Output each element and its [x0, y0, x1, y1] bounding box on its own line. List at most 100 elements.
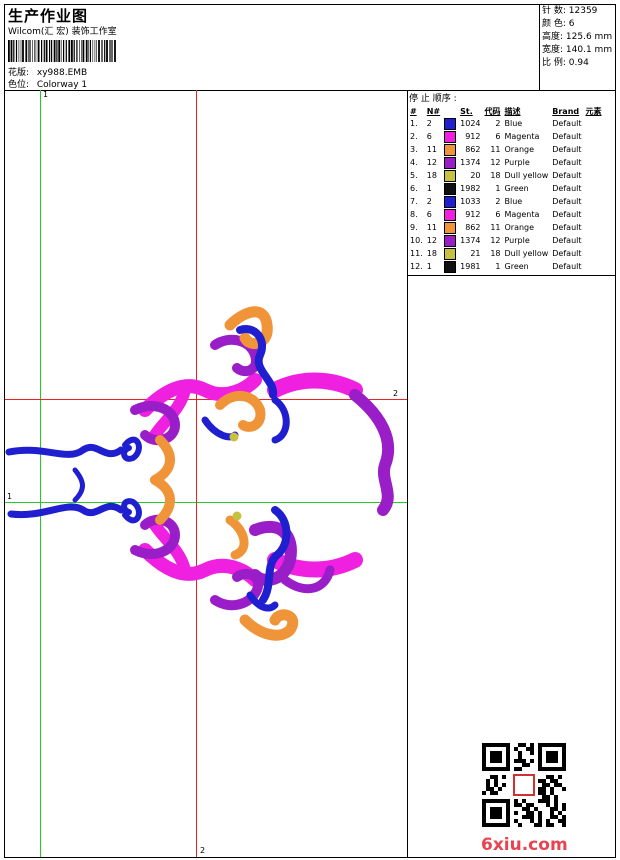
- row-index: 2.: [410, 132, 418, 141]
- row-brand: Default: [552, 132, 582, 141]
- table-row: 11. 18 21 18 Dull yellow Default: [408, 247, 604, 260]
- row-index: 9.: [410, 223, 418, 232]
- row-element: [584, 195, 604, 208]
- row-brand: Default: [552, 119, 582, 128]
- row-needle: 18: [426, 171, 437, 180]
- row-element: [584, 221, 604, 234]
- column-header: 元素: [585, 106, 602, 116]
- design-canvas: 1 1 2 2: [5, 90, 408, 857]
- column-header: 描述: [504, 106, 521, 116]
- colorway-value: Colorway 1: [36, 80, 88, 90]
- row-element: [584, 182, 604, 195]
- row-swatch: [442, 234, 458, 247]
- embroidery-design: [5, 306, 395, 641]
- row-swatch: [442, 169, 458, 182]
- row-code: 12: [490, 158, 501, 167]
- column-header: Brand: [552, 106, 580, 116]
- table-row: 3. 11 862 11 Orange Default: [408, 143, 604, 156]
- row-stitches: 21: [470, 249, 481, 258]
- row-index: 11.: [410, 249, 423, 258]
- studio-name: Wilcom(汇 宏) 装饰工作室: [8, 27, 117, 37]
- row-element: [584, 247, 604, 260]
- table-row: 9. 11 862 11 Orange Default: [408, 221, 604, 234]
- qr-code: [482, 743, 566, 827]
- stop-sequence-table: # N# St. 代码 描述 Brand 元素 1. 2 1024 2 Blue Defa…: [408, 105, 604, 273]
- row-needle: 11: [426, 145, 437, 154]
- row-index: 10.: [410, 236, 423, 245]
- row-description: Magenta: [504, 132, 540, 141]
- column-header-swatch: [442, 105, 458, 117]
- row-element: [584, 156, 604, 169]
- column-header: 代码: [484, 106, 501, 116]
- row-index: 4.: [410, 158, 418, 167]
- row-swatch: [442, 117, 458, 130]
- seal-stamp-icon: [513, 774, 535, 796]
- row-element: [584, 234, 604, 247]
- row-brand: Default: [552, 262, 582, 271]
- table-row: 6. 1 1982 1 Green Default: [408, 182, 604, 195]
- row-index: 12.: [410, 262, 423, 271]
- barcode-graphic: [8, 40, 116, 62]
- row-needle: 12: [426, 158, 437, 167]
- row-description: Purple: [504, 236, 530, 245]
- row-code: 11: [490, 223, 501, 232]
- table-row: 5. 18 20 18 Dull yellow Default: [408, 169, 604, 182]
- row-code: 11: [490, 145, 501, 154]
- row-brand: Default: [552, 171, 582, 180]
- table-row: 1. 2 1024 2 Blue Default: [408, 117, 604, 130]
- row-brand: Default: [552, 197, 582, 206]
- row-index: 5.: [410, 171, 418, 180]
- row-code: 12: [490, 236, 501, 245]
- row-brand: Default: [552, 210, 582, 219]
- color-swatch: [444, 117, 457, 130]
- row-stitches: 1374: [460, 236, 481, 245]
- row-index: 1.: [410, 119, 418, 128]
- sheet-header: 生产作业图 Wilcom(汇 宏) 装饰工作室 花版: xy988.EMB 色位…: [5, 5, 615, 91]
- color-swatch: [444, 195, 457, 208]
- stat-scale: 比 例: 0.94: [542, 58, 589, 68]
- row-code: 2: [495, 119, 501, 128]
- row-stitches: 1033: [460, 197, 481, 206]
- row-brand: Default: [552, 145, 582, 154]
- row-element: [584, 117, 604, 130]
- row-needle: 1: [426, 262, 432, 271]
- row-description: Blue: [504, 197, 523, 206]
- stop-sequence-panel: 停 止 顺序 : # N# St. 代码 描述 Brand 元素 1. 2 1024…: [407, 90, 616, 276]
- row-description: Orange: [504, 145, 535, 154]
- row-code: 2: [495, 197, 501, 206]
- table-row: 4. 12 1374 12 Purple Default: [408, 156, 604, 169]
- row-swatch: [442, 143, 458, 156]
- table-row: 2. 6 912 6 Magenta Default: [408, 130, 604, 143]
- row-brand: Default: [552, 223, 582, 232]
- row-needle: 1: [426, 184, 432, 193]
- stop-sequence-title: 停 止 顺序 :: [409, 94, 457, 104]
- row-stitches: 1981: [460, 262, 481, 271]
- row-swatch: [442, 221, 458, 234]
- color-swatch: [444, 143, 457, 156]
- row-element: [584, 169, 604, 182]
- table-row: 12. 1 1981 1 Green Default: [408, 260, 604, 273]
- row-code: 1: [495, 184, 501, 193]
- row-description: Magenta: [504, 210, 540, 219]
- row-swatch: [442, 195, 458, 208]
- table-row: 7. 2 1033 2 Blue Default: [408, 195, 604, 208]
- row-brand: Default: [552, 249, 582, 258]
- watermark-site: 6xiu.com: [481, 835, 568, 855]
- row-description: Blue: [504, 119, 523, 128]
- row-description: Orange: [504, 223, 535, 232]
- colorway-label: 色位:: [8, 80, 30, 90]
- row-swatch: [442, 156, 458, 169]
- row-code: 1: [495, 262, 501, 271]
- stat-stitches: 针 数: 12359: [542, 6, 598, 16]
- colorway-row: 色位: Colorway 1: [8, 77, 87, 90]
- color-swatch: [444, 221, 457, 234]
- row-code: 6: [495, 132, 501, 141]
- stat-width: 宽度: 140.1 mm: [542, 45, 613, 55]
- row-stitches: 1024: [460, 119, 481, 128]
- column-header: #: [410, 106, 417, 116]
- row-stitches: 912: [465, 132, 481, 141]
- table-row: 10. 12 1374 12 Purple Default: [408, 234, 604, 247]
- color-swatch: [444, 234, 457, 247]
- row-index: 3.: [410, 145, 418, 154]
- row-code: 18: [490, 171, 501, 180]
